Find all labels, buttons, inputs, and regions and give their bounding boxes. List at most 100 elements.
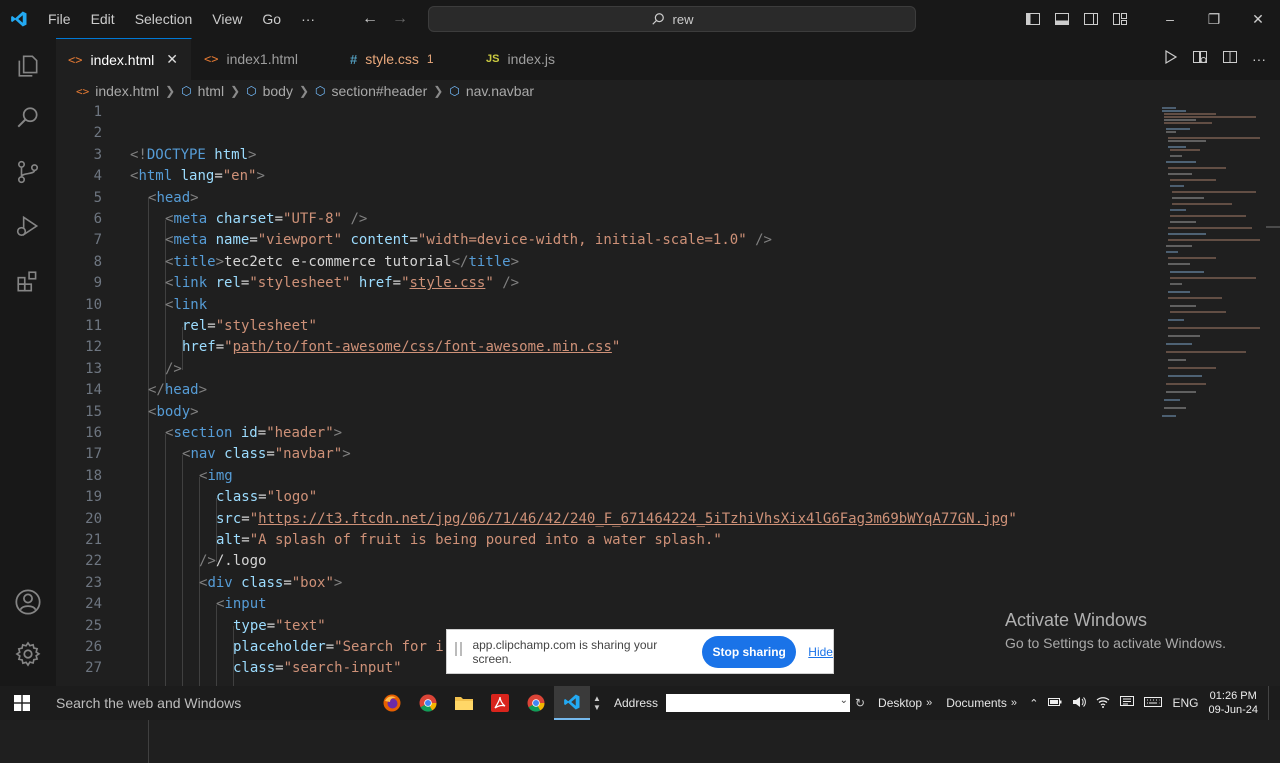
line-number: 11: [85, 318, 102, 334]
clock-time: 01:26 PM: [1209, 690, 1257, 702]
code-token: >: [510, 253, 520, 270]
address-input[interactable]: ⌄: [666, 694, 851, 712]
battery-icon[interactable]: [1048, 696, 1062, 710]
element-symbol-icon: ⬡: [246, 84, 257, 98]
split-editor-icon[interactable]: [1222, 49, 1238, 70]
minimize-button[interactable]: –: [1148, 11, 1192, 27]
hide-link[interactable]: Hide: [808, 645, 833, 659]
minimap[interactable]: [1156, 102, 1266, 432]
stop-sharing-button[interactable]: Stop sharing: [702, 635, 797, 668]
code-token: =: [207, 318, 216, 334]
keyboard-icon[interactable]: [1144, 696, 1163, 710]
close-window-button[interactable]: ✕: [1236, 11, 1280, 28]
breadcrumb-item[interactable]: html: [198, 83, 224, 99]
code-link[interactable]: path/to/font-awesome/css/font-awesome.mi…: [233, 339, 612, 355]
code-token: head: [156, 189, 191, 206]
code-link[interactable]: style.css: [410, 275, 486, 291]
line-number: 19: [85, 489, 102, 506]
back-arrow-icon[interactable]: ←: [362, 10, 378, 28]
vscode-taskbar-icon[interactable]: [554, 686, 590, 720]
code-token: /.logo: [215, 553, 267, 570]
code-token: >: [333, 574, 343, 591]
code-line: 9 <link rel="stylesheet" href="style.css"…: [56, 273, 1156, 294]
clock[interactable]: 01:26 PM 09-Jun-24: [1208, 689, 1258, 717]
explorer-icon[interactable]: [12, 50, 44, 82]
code-token: "en": [222, 168, 257, 185]
tab-index1-html[interactable]: <> index1.html: [192, 38, 326, 80]
settings-gear-icon[interactable]: [12, 638, 44, 670]
forward-arrow-icon[interactable]: →: [392, 10, 408, 28]
breadcrumb-item[interactable]: nav.navbar: [466, 83, 534, 99]
code-link[interactable]: https://t3.ftcdn.net/jpg/06/71/46/42/240…: [258, 511, 1008, 527]
tab-index-js[interactable]: JS index.js: [460, 38, 588, 80]
show-hidden-icons-icon[interactable]: ⌃: [1029, 697, 1038, 710]
documents-toolbar[interactable]: Documents »: [946, 696, 1017, 710]
open-changes-icon[interactable]: [1192, 49, 1208, 70]
taskbar-search[interactable]: Search the web and Windows: [44, 686, 374, 720]
action-center-icon[interactable]: [1120, 695, 1135, 711]
drag-handle-icon[interactable]: [455, 641, 468, 662]
chevron-down-icon[interactable]: ⌄: [840, 695, 848, 706]
code-token: =: [266, 617, 276, 634]
windows-start-icon[interactable]: [0, 686, 44, 720]
toggle-secondary-sidebar-icon[interactable]: [1076, 11, 1105, 27]
volume-icon[interactable]: [1072, 696, 1087, 711]
code-token: <!: [130, 146, 147, 163]
code-token: >: [198, 382, 208, 399]
chevron-up-icon[interactable]: ▲: [593, 694, 601, 703]
code-token: =: [392, 275, 402, 292]
acrobat-icon[interactable]: [482, 686, 518, 720]
code-line: 16 <section id="header">: [56, 423, 1156, 444]
menu-selection[interactable]: Selection: [125, 0, 203, 38]
menu-go[interactable]: Go: [252, 0, 291, 38]
refresh-icon[interactable]: ↻: [850, 696, 870, 710]
activate-windows-watermark: Activate Windows Go to Settings to activ…: [1005, 610, 1226, 651]
customize-layout-icon[interactable]: [1105, 11, 1134, 27]
desktop-toolbar[interactable]: Desktop »: [878, 696, 932, 710]
breadcrumb-item[interactable]: index.html: [95, 83, 159, 99]
line-number: 15: [85, 403, 102, 420]
run-debug-icon[interactable]: [12, 210, 44, 242]
vertical-scrollbar[interactable]: [1266, 102, 1280, 686]
code-line: 17 <nav class="navbar">: [56, 444, 1156, 465]
command-center-search[interactable]: rew: [428, 6, 916, 32]
breadcrumb-item[interactable]: section#header: [332, 83, 428, 99]
search-text: rew: [672, 11, 694, 27]
documents-label: Documents: [946, 696, 1007, 710]
scroll-position-marker: [1266, 226, 1280, 228]
js-file-icon: JS: [486, 53, 500, 65]
chevron-down-icon[interactable]: ▼: [593, 703, 601, 712]
taskbar-scroll-arrows[interactable]: ▲ ▼: [590, 686, 604, 720]
wifi-icon[interactable]: [1096, 696, 1110, 711]
menu-file[interactable]: File: [38, 0, 81, 38]
code-editor[interactable]: 1 2 3 <!DOCTYPE html> 4 <html lang="en"> 5…: [56, 102, 1156, 763]
code-token: >: [190, 403, 199, 420]
tab-index-html[interactable]: <> index.html ✕: [56, 38, 192, 80]
tab-style-css[interactable]: # style.css 1: [326, 38, 460, 80]
language-indicator[interactable]: ENG: [1172, 696, 1198, 710]
account-icon[interactable]: [12, 586, 44, 618]
file-explorer-icon[interactable]: [446, 686, 482, 720]
more-actions-icon[interactable]: ···: [1252, 51, 1266, 67]
menu-more[interactable]: ···: [291, 0, 325, 38]
code-line: 14 </head>: [56, 380, 1156, 401]
search-icon[interactable]: [12, 102, 44, 134]
code-token: "A splash of fruit is being poured into …: [249, 532, 722, 548]
toggle-primary-sidebar-icon[interactable]: [1018, 11, 1047, 27]
run-file-icon[interactable]: [1162, 49, 1178, 70]
show-desktop-button[interactable]: [1268, 686, 1272, 720]
extensions-icon[interactable]: [12, 266, 44, 298]
menu-edit[interactable]: Edit: [81, 0, 125, 38]
line-number: 22: [85, 553, 102, 570]
firefox-icon[interactable]: [374, 686, 410, 720]
breadcrumb-item[interactable]: body: [263, 83, 293, 99]
chrome-icon[interactable]: [518, 686, 554, 720]
chrome-icon[interactable]: [410, 686, 446, 720]
close-tab-icon[interactable]: ✕: [166, 51, 178, 68]
code-token: meta: [173, 232, 208, 249]
source-control-icon[interactable]: [12, 156, 44, 188]
menu-view[interactable]: View: [202, 0, 252, 38]
restore-button[interactable]: ❐: [1192, 11, 1236, 28]
toggle-panel-icon[interactable]: [1047, 11, 1076, 27]
code-token: "text": [275, 617, 326, 634]
